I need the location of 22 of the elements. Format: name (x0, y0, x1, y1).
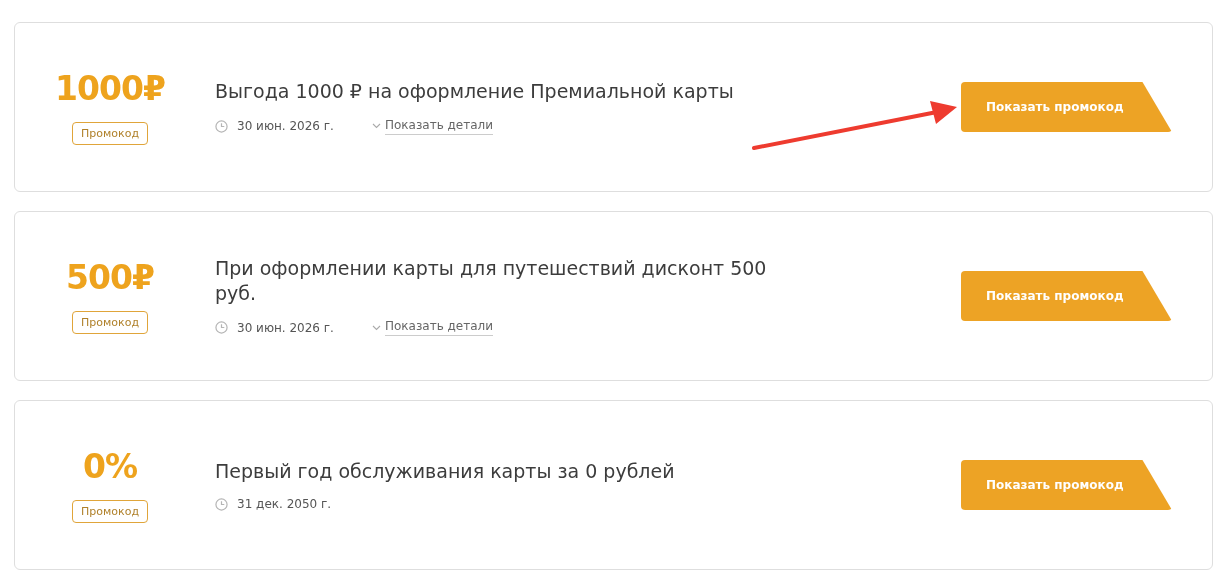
promo-tag: Промокод (72, 311, 148, 334)
show-promo-button[interactable]: Показать промокод (961, 82, 1172, 132)
clock-icon (215, 119, 228, 133)
show-details-link[interactable]: Показать детали (384, 117, 493, 135)
show-promo-button[interactable]: Показать промокод (961, 460, 1172, 510)
show-promo-button[interactable]: Показать промокод (961, 271, 1172, 321)
clock-icon (215, 321, 228, 335)
promo-tag: Промокод (72, 122, 148, 145)
discount-value: 1000₽ (55, 69, 165, 108)
chevron-down-icon (371, 123, 381, 130)
chevron-down-icon (371, 324, 381, 331)
expiry-date: 30 июн. 2026 г. (237, 119, 334, 134)
offer-title: Первый год обслуживания карты за 0 рублей (215, 458, 676, 484)
offer-title: Выгода 1000 ₽ на оформление Премиальной карты (215, 79, 735, 104)
promo-tag: Промокод (72, 500, 148, 523)
discount-value: 500₽ (66, 258, 154, 297)
discount-value: 0% (83, 447, 137, 486)
expiry-date: 30 июн. 2026 г. (237, 320, 334, 335)
offer-title: При оформлении карты для путешествий дисконт 500 руб. (215, 255, 768, 306)
clock-icon (215, 497, 228, 511)
show-details-link[interactable]: Показать детали (384, 319, 493, 337)
expiry-date: 31 дек. 2050 г. (237, 497, 332, 512)
